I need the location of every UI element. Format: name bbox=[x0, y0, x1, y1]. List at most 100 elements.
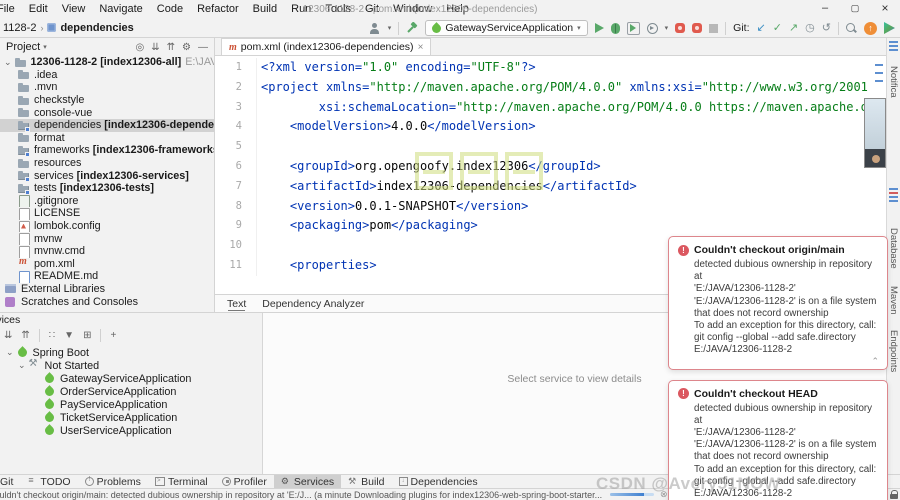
git-commit-icon[interactable]: ✓ bbox=[773, 18, 782, 38]
project-tree-item[interactable]: README.md bbox=[0, 270, 214, 283]
minimize-button[interactable] bbox=[810, 0, 840, 18]
project-tree-item[interactable]: mvnw.cmd bbox=[0, 245, 214, 258]
tool-stripe-maven[interactable]: Maven bbox=[888, 286, 899, 315]
menu-item[interactable]: Edit bbox=[22, 0, 55, 18]
notification[interactable]: Couldn't checkout HEAD detected dubious … bbox=[668, 380, 888, 500]
menu-item[interactable]: Code bbox=[150, 0, 190, 18]
project-tree-item[interactable]: Scratches and Consoles bbox=[0, 295, 214, 308]
project-tree-item[interactable]: mvnw bbox=[0, 232, 214, 245]
tab-dependency-analyzer[interactable]: Dependency Analyzer bbox=[262, 298, 364, 310]
lock-icon[interactable] bbox=[890, 490, 894, 499]
tool-window-button[interactable]: Build bbox=[341, 475, 391, 489]
service-tree-item[interactable]: OrderServiceApplication bbox=[0, 385, 262, 398]
git-label: Git: bbox=[733, 22, 749, 34]
menu-item[interactable]: Refactor bbox=[190, 0, 246, 18]
project-tree-item[interactable]: .mvn bbox=[0, 81, 214, 94]
project-tree-item[interactable]: pom.xml bbox=[0, 258, 214, 271]
project-tree-item[interactable]: services[index12306-services] bbox=[0, 169, 214, 182]
tool-stripe-endpoints[interactable]: Endpoints bbox=[888, 330, 899, 372]
project-tree-item[interactable]: frameworks[index12306-frameworks] bbox=[0, 144, 214, 157]
filter-icon[interactable]: ▼ bbox=[64, 330, 74, 341]
project-tree-item[interactable]: checkstyle bbox=[0, 94, 214, 107]
project-tree-item[interactable]: console-vue bbox=[0, 106, 214, 119]
tool-stripe-notifications[interactable]: Notifica bbox=[888, 66, 899, 98]
tool-window-button[interactable]: Services bbox=[274, 475, 341, 489]
debug-button[interactable] bbox=[611, 23, 620, 34]
maximize-button[interactable] bbox=[840, 0, 870, 18]
attach-profiler-icon[interactable] bbox=[675, 23, 685, 33]
collapse-icon[interactable] bbox=[871, 356, 879, 367]
locate-file-icon[interactable]: ◎ bbox=[136, 42, 145, 53]
search-icon[interactable] bbox=[846, 23, 857, 34]
service-tree-item[interactable]: TicketServiceApplication bbox=[0, 411, 262, 424]
chevron-down-icon: ▾ bbox=[665, 24, 669, 32]
expand-all-icon[interactable]: ⇊ bbox=[4, 330, 12, 341]
tool-window-label: TODO bbox=[40, 476, 70, 488]
tool-window-button[interactable]: Dependencies bbox=[392, 475, 485, 489]
menu-item[interactable]: Build bbox=[246, 0, 284, 18]
project-panel-title[interactable]: Project bbox=[6, 41, 40, 53]
tool-window-button[interactable]: Git bbox=[0, 475, 20, 489]
breadcrumb-module[interactable]: dependencies bbox=[60, 22, 133, 34]
profiler-button[interactable] bbox=[647, 23, 658, 34]
notification-body: detected dubious ownership in repository… bbox=[678, 259, 878, 357]
menu-item[interactable]: Navigate bbox=[92, 0, 149, 18]
git-push-icon[interactable]: ↗ bbox=[789, 18, 798, 38]
project-tree-item[interactable]: dependencies[index12306-dependencies] bbox=[0, 119, 214, 132]
service-tree-item[interactable]: PayServiceApplication bbox=[0, 398, 262, 411]
project-tree-item[interactable]: 12306-1128-2[index12306-all]E:\JAVA\1230… bbox=[0, 56, 214, 69]
menu-item[interactable]: File bbox=[0, 0, 22, 18]
collapse-all-icon[interactable]: ⇈ bbox=[21, 330, 29, 341]
notification[interactable]: Couldn't checkout origin/main detected d… bbox=[668, 236, 888, 370]
project-tree-item[interactable]: lombok.config bbox=[0, 220, 214, 233]
git-history-icon[interactable]: ◷ bbox=[805, 18, 815, 38]
tool-window-button[interactable]: Problems bbox=[78, 475, 148, 489]
tool-window-icon bbox=[155, 477, 165, 486]
tree-item-label: External Libraries bbox=[21, 283, 105, 295]
collapse-all-icon[interactable]: ⇈ bbox=[167, 42, 175, 53]
service-tree-item[interactable]: Spring Boot bbox=[0, 346, 262, 359]
add-service-icon[interactable]: ⊞ bbox=[83, 330, 91, 341]
run-button[interactable] bbox=[595, 23, 604, 33]
build-hammer-icon[interactable] bbox=[406, 22, 418, 34]
run-coverage-button[interactable] bbox=[627, 22, 640, 35]
plugin-icon[interactable] bbox=[884, 22, 895, 34]
group-icon[interactable]: ∷ bbox=[49, 330, 55, 341]
project-tree-item[interactable]: format bbox=[0, 132, 214, 145]
run-configuration-select[interactable]: GatewayServiceApplication ▾ bbox=[425, 20, 587, 36]
editor-tab[interactable]: m pom.xml (index12306-dependencies) × bbox=[221, 38, 431, 55]
git-rollback-icon[interactable]: ↺ bbox=[822, 18, 831, 38]
service-tree-item[interactable]: Not Started bbox=[0, 359, 262, 372]
hide-panel-icon[interactable]: — bbox=[198, 42, 208, 53]
tree-item-label: format bbox=[34, 132, 65, 144]
tab-text[interactable]: Text bbox=[227, 298, 246, 310]
tool-window-button[interactable]: TODO bbox=[20, 475, 77, 489]
project-tree-item[interactable]: .idea bbox=[0, 69, 214, 82]
maven-icon: m bbox=[229, 42, 237, 53]
project-tree-item[interactable]: .gitignore bbox=[0, 195, 214, 208]
chevron-down-icon[interactable]: ▾ bbox=[43, 43, 47, 51]
project-tree-item[interactable]: tests[index12306-tests] bbox=[0, 182, 214, 195]
file-folder-icon bbox=[14, 57, 27, 68]
tool-window-button[interactable]: Terminal bbox=[148, 475, 215, 489]
project-tree-item[interactable]: External Libraries bbox=[0, 283, 214, 296]
cancel-icon[interactable] bbox=[660, 489, 668, 500]
git-update-icon[interactable]: ↙ bbox=[757, 18, 766, 38]
close-icon[interactable]: × bbox=[418, 42, 424, 53]
expand-all-icon[interactable]: ⇊ bbox=[151, 42, 159, 53]
service-tree-item[interactable]: GatewayServiceApplication bbox=[0, 372, 262, 385]
project-tree-item[interactable]: resources bbox=[0, 157, 214, 170]
gear-icon[interactable]: ⚙ bbox=[182, 42, 191, 53]
plus-icon[interactable]: + bbox=[110, 330, 116, 341]
close-button[interactable] bbox=[870, 0, 900, 18]
breadcrumb-project[interactable]: 1128-2 bbox=[3, 22, 36, 34]
menu-item[interactable]: View bbox=[55, 0, 93, 18]
service-tree-item[interactable]: UserServiceApplication bbox=[0, 424, 262, 437]
status-message[interactable]: Couldn't checkout origin/main: detected … bbox=[0, 490, 352, 500]
user-icon[interactable] bbox=[369, 23, 381, 34]
tool-window-button[interactable]: Profiler bbox=[215, 475, 274, 489]
attach-profiler-icon-2[interactable] bbox=[692, 23, 702, 33]
tool-stripe-database[interactable]: Database bbox=[888, 228, 899, 269]
project-tree-item[interactable]: LICENSE bbox=[0, 207, 214, 220]
ide-update-icon[interactable] bbox=[864, 22, 877, 35]
